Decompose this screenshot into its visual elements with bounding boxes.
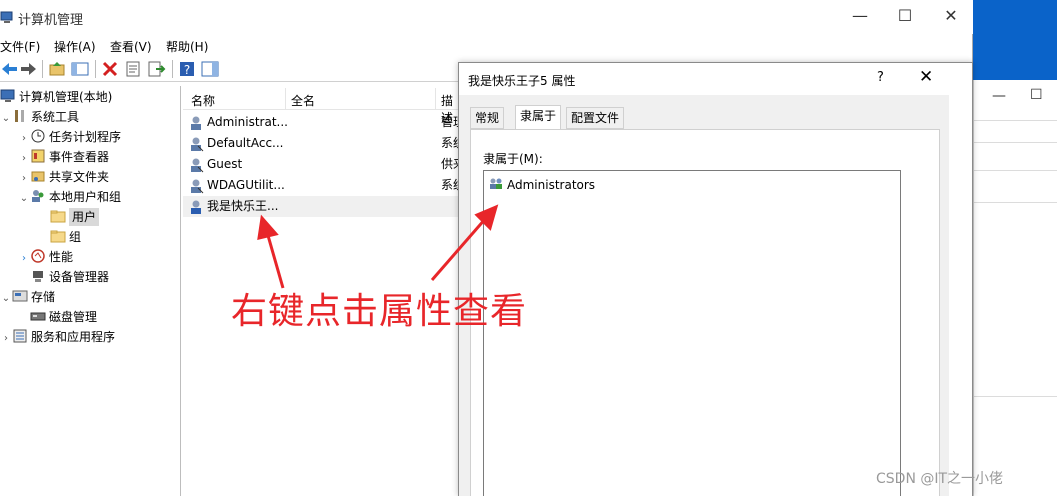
forward-icon[interactable] (18, 59, 38, 79)
expand-chevron-icon[interactable]: › (18, 149, 30, 169)
console-tree: 计算机管理(本地) ⌄ 系统工具 › 任务计划程序 › 事件查看器 › 共享文件夹 ⌄ 本… (0, 86, 181, 496)
user-icon (191, 179, 204, 194)
expand-chevron-icon[interactable]: › (0, 329, 12, 349)
action-pane-icon[interactable] (200, 59, 220, 79)
tree-item-disk-management[interactable]: 磁盘管理 (18, 307, 97, 327)
group-icon (490, 178, 502, 189)
tree-item-groups[interactable]: 组 (38, 227, 81, 247)
collapse-chevron-icon[interactable]: ⌄ (0, 109, 12, 129)
menu-action[interactable]: 操作(A) (54, 38, 96, 55)
tree-item-device-manager[interactable]: 设备管理器 (18, 267, 109, 287)
shared-folders-icon (31, 171, 45, 182)
menu-bar: 文件(F) 操作(A) 查看(V) 帮助(H) (0, 34, 973, 56)
tree-item-computer-management[interactable]: 计算机管理(本地) (0, 87, 112, 107)
device-manager-icon (33, 271, 43, 282)
member-of-list[interactable]: Administrators (483, 170, 901, 496)
table-row[interactable]: Guest 供来 (183, 154, 465, 175)
user-icon (191, 158, 204, 173)
storage-icon (12, 290, 28, 302)
bg-maximize-icon: ☐ (1030, 87, 1043, 103)
column-name[interactable]: 名称 (191, 92, 215, 109)
title-bar: 计算机管理 — ☐ ✕ (0, 0, 973, 34)
tab-general[interactable]: 常规 (470, 107, 505, 129)
tab-member-of[interactable]: 隶属于 (515, 105, 562, 130)
minimize-button[interactable]: — (850, 6, 870, 25)
folder-icon (50, 230, 66, 243)
table-row[interactable]: Administrat... 管理 (183, 112, 465, 133)
background-window: — ☐ (973, 80, 1057, 496)
dialog-body: 常规 隶属于 配置文件 隶属于(M): Administrators (459, 95, 949, 496)
desktop-background (973, 0, 1057, 80)
tree-item-shared-folders[interactable]: › 共享文件夹 (18, 167, 109, 187)
up-folder-icon[interactable] (47, 59, 67, 79)
task-scheduler-icon (31, 129, 45, 143)
tree-item-users[interactable]: 用户 (38, 207, 100, 227)
table-row-selected[interactable]: 我是快乐王... (183, 196, 458, 217)
svg-text:?: ? (184, 63, 190, 77)
computer-management-icon (0, 11, 13, 23)
tree-item-system-tools[interactable]: ⌄ 系统工具 (0, 107, 79, 127)
delete-icon[interactable] (100, 59, 120, 79)
table-row[interactable]: DefaultAcc... 系统 (183, 133, 465, 154)
tree-item-storage[interactable]: ⌄ 存储 (0, 287, 55, 307)
performance-icon (31, 249, 45, 263)
tree-item-event-viewer[interactable]: › 事件查看器 (18, 147, 109, 167)
disk-management-icon (30, 312, 46, 321)
list-item[interactable]: Administrators (488, 176, 595, 192)
folder-icon (50, 210, 66, 223)
services-apps-icon (13, 329, 27, 343)
expand-chevron-icon[interactable]: › (18, 249, 30, 269)
list-header: 名称 全名 描述 (183, 88, 458, 125)
export-icon[interactable] (146, 59, 166, 79)
window-title: 计算机管理 (18, 13, 84, 28)
column-full-name[interactable]: 全名 (291, 92, 315, 109)
member-of-label: 隶属于(M): (483, 152, 543, 166)
local-users-groups-icon (32, 190, 44, 202)
computer-management-icon (0, 89, 15, 102)
tree-item-local-users-groups[interactable]: ⌄ 本地用户和组 (18, 187, 121, 207)
menu-view[interactable]: 查看(V) (110, 38, 152, 55)
back-icon[interactable] (0, 59, 20, 79)
menu-help[interactable]: 帮助(H) (166, 38, 208, 55)
watermark: CSDN @IT之一小佬 (876, 471, 1004, 487)
menu-file[interactable]: 文件(F) (0, 38, 40, 55)
properties-icon[interactable] (123, 59, 143, 79)
collapse-chevron-icon[interactable]: ⌄ (0, 289, 12, 309)
tree-item-task-scheduler[interactable]: › 任务计划程序 (18, 127, 121, 147)
annotation-text: 右键点击属性查看 (231, 291, 528, 332)
user-properties-dialog: 我是快乐王子5 属性 ? ✕ 常规 隶属于 配置文件 隶属于(M): Admin… (458, 62, 973, 496)
help-icon[interactable]: ? (177, 59, 197, 79)
close-button[interactable]: ✕ (941, 6, 961, 25)
tree-item-performance[interactable]: › 性能 (18, 247, 73, 267)
collapse-chevron-icon[interactable]: ⌄ (18, 189, 30, 209)
user-icon (191, 200, 201, 214)
dialog-help-button[interactable]: ? (877, 70, 884, 85)
table-row[interactable]: WDAGUtilit... 系统 (183, 175, 465, 196)
system-tools-icon (15, 110, 24, 122)
bg-minimize-icon: — (992, 88, 1006, 104)
maximize-button[interactable]: ☐ (895, 6, 915, 25)
dialog-title: 我是快乐王子5 属性 (468, 74, 576, 88)
show-hide-tree-icon[interactable] (70, 59, 90, 79)
member-of-panel: 隶属于(M): Administrators (470, 129, 940, 496)
user-icon (191, 116, 201, 130)
event-viewer-icon (31, 149, 45, 163)
tab-profile[interactable]: 配置文件 (566, 107, 625, 129)
expand-chevron-icon[interactable]: › (18, 129, 30, 149)
tree-item-services-apps[interactable]: › 服务和应用程序 (0, 327, 115, 347)
expand-chevron-icon[interactable]: › (18, 169, 30, 189)
user-icon (191, 137, 204, 152)
dialog-close-button[interactable]: ✕ (919, 67, 933, 87)
